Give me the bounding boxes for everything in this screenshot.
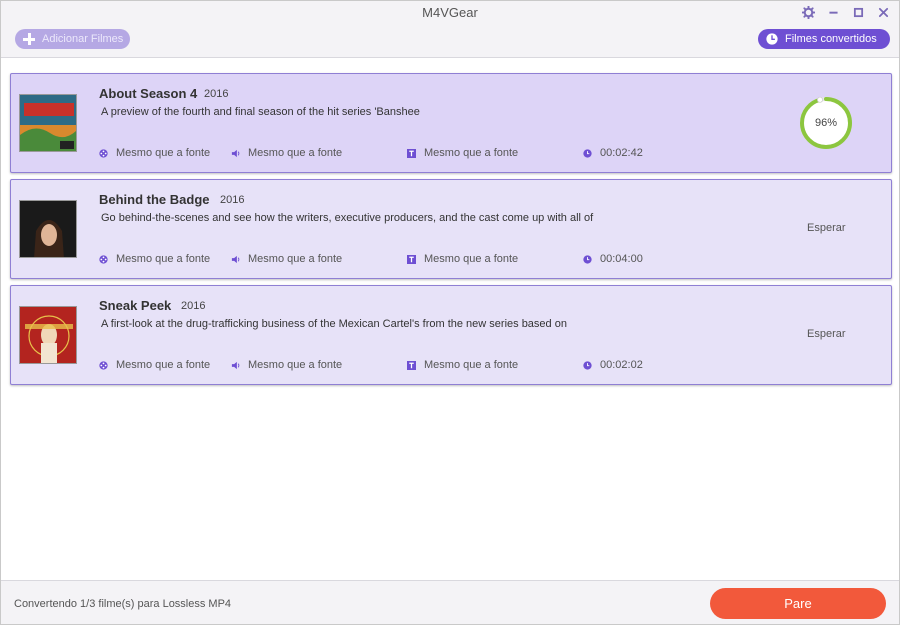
clock-icon (583, 254, 592, 264)
clock-icon (583, 148, 592, 158)
movie-year: 2016 (181, 300, 206, 312)
movie-item[interactable]: Sneak Peek 2016 A first-look at the drug… (10, 285, 892, 385)
subtitle-icon (407, 360, 416, 370)
video-setting: Mesmo que a fonte (99, 253, 210, 265)
movie-title: Behind the Badge (99, 192, 210, 207)
movie-title: Sneak Peek (99, 298, 172, 313)
minimize-icon (829, 11, 838, 14)
converted-movies-label: Filmes convertidos (785, 33, 877, 45)
speaker-icon (231, 149, 240, 157)
movie-year: 2016 (220, 194, 245, 206)
progress-percent: 96% (814, 117, 838, 129)
subtitle-setting: Mesmo que a fonte (407, 359, 518, 371)
duration: 00:02:42 (583, 147, 643, 159)
maximize-button[interactable] (851, 5, 866, 20)
movie-list: About Season 4 2016 A preview of the fou… (10, 73, 892, 391)
movie-item[interactable]: About Season 4 2016 A preview of the fou… (10, 73, 892, 173)
footer-bar: Convertendo 1/3 filme(s) para Lossless M… (1, 580, 899, 624)
minimize-button[interactable] (826, 5, 841, 20)
conversion-status: Convertendo 1/3 filme(s) para Lossless M… (14, 598, 232, 610)
movie-title: About Season 4 (99, 86, 198, 101)
stop-button[interactable]: Pare (710, 588, 886, 619)
app-title: M4VGear (422, 5, 478, 20)
movie-description: A preview of the fourth and final season… (101, 106, 420, 118)
clock-icon (766, 33, 778, 45)
video-setting: Mesmo que a fonte (99, 147, 210, 159)
converted-movies-button[interactable]: Filmes convertidos (758, 29, 890, 49)
movie-year: 2016 (204, 88, 229, 100)
title-bar: M4VGear Adicionar Filmes Filmes converti… (1, 1, 899, 58)
duration: 00:04:00 (583, 253, 643, 265)
app-window: M4VGear Adicionar Filmes Filmes converti… (0, 0, 900, 625)
settings-button[interactable] (801, 5, 816, 20)
film-reel-icon (99, 360, 108, 370)
subtitle-icon (407, 254, 416, 264)
film-reel-icon (99, 254, 108, 264)
gear-icon (802, 6, 815, 19)
movie-thumbnail (19, 306, 77, 364)
movie-item[interactable]: Behind the Badge 2016 Go behind-the-scen… (10, 179, 892, 279)
movie-thumbnail (19, 94, 77, 152)
close-button[interactable] (876, 5, 891, 20)
speaker-icon (231, 255, 240, 263)
speaker-icon (231, 361, 240, 369)
add-movies-button[interactable]: Adicionar Filmes (15, 29, 130, 49)
plus-icon (23, 33, 35, 45)
window-controls (801, 5, 891, 20)
maximize-icon (853, 7, 864, 18)
status-label: Esperar (807, 222, 846, 234)
audio-setting: Mesmo que a fonte (231, 253, 342, 265)
video-setting: Mesmo que a fonte (99, 359, 210, 371)
movie-description: A first-look at the drug-trafficking bus… (101, 318, 567, 330)
subtitle-setting: Mesmo que a fonte (407, 147, 518, 159)
audio-setting: Mesmo que a fonte (231, 147, 342, 159)
subtitle-setting: Mesmo que a fonte (407, 253, 518, 265)
duration: 00:02:02 (583, 359, 643, 371)
close-icon (878, 7, 889, 18)
add-movies-label: Adicionar Filmes (42, 33, 124, 45)
status-label: Esperar (807, 328, 846, 340)
film-reel-icon (99, 148, 108, 158)
subtitle-icon (407, 148, 416, 158)
audio-setting: Mesmo que a fonte (231, 359, 342, 371)
movie-thumbnail (19, 200, 77, 258)
clock-icon (583, 360, 592, 370)
movie-description: Go behind-the-scenes and see how the wri… (101, 212, 594, 224)
